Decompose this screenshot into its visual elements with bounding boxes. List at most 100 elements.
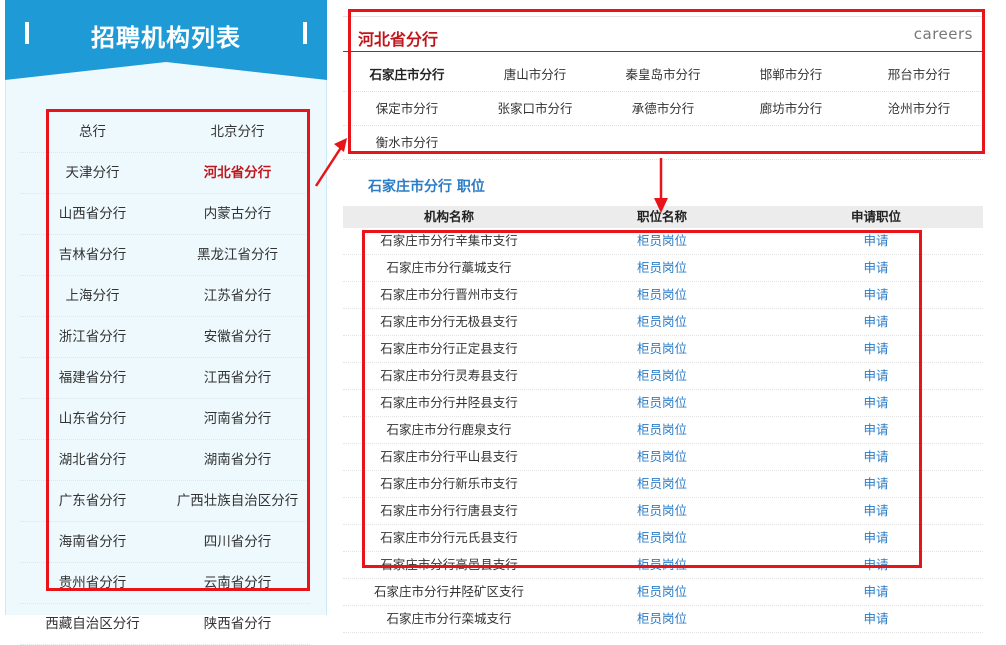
sidebar-row: 湖北省分行 湖南省分行 — [20, 440, 310, 481]
sidebar-item[interactable]: 湖南省分行 — [165, 440, 310, 480]
table-row: 石家庄市分行藁城支行 柜员岗位 申请 — [343, 255, 983, 282]
sidebar-item[interactable]: 陕西省分行 — [165, 604, 310, 644]
apply-link[interactable]: 申请 — [769, 309, 983, 335]
city-link[interactable]: 保定市分行 — [343, 92, 471, 125]
table-row: 石家庄市分行栾城支行 柜员岗位 申请 — [343, 606, 983, 633]
city-link[interactable]: 沧州市分行 — [855, 92, 983, 125]
branch-name-cell: 石家庄市分行井陉矿区支行 — [373, 584, 524, 599]
apply-link[interactable]: 申请 — [769, 498, 983, 524]
position-link[interactable]: 柜员岗位 — [555, 282, 769, 308]
sidebar-item[interactable]: 上海分行 — [20, 276, 165, 316]
position-link[interactable]: 柜员岗位 — [555, 336, 769, 362]
position-link[interactable]: 柜员岗位 — [555, 606, 769, 632]
positions-section-title: 石家庄市分行 职位 — [368, 179, 485, 195]
position-link[interactable]: 柜员岗位 — [555, 444, 769, 470]
city-link[interactable]: 廊坊市分行 — [727, 92, 855, 125]
sidebar-item[interactable]: 江西省分行 — [165, 358, 310, 398]
city-link[interactable]: 张家口市分行 — [471, 92, 599, 125]
sidebar-row: 广东省分行 广西壮族自治区分行 — [20, 481, 310, 522]
sidebar-item[interactable]: 湖北省分行 — [20, 440, 165, 480]
sidebar-item[interactable]: 广西壮族自治区分行 — [165, 481, 310, 521]
sidebar-item[interactable]: 黑龙江省分行 — [165, 235, 310, 275]
sidebar-row: 贵州省分行 云南省分行 — [20, 563, 310, 604]
branch-name-cell: 石家庄市分行藁城支行 — [386, 260, 512, 275]
city-link[interactable]: 衡水市分行 — [343, 126, 471, 159]
city-link[interactable]: 唐山市分行 — [471, 58, 599, 91]
apply-link[interactable]: 申请 — [769, 525, 983, 551]
apply-link[interactable]: 申请 — [769, 336, 983, 362]
position-link[interactable]: 柜员岗位 — [555, 309, 769, 335]
sidebar-item[interactable]: 浙江省分行 — [20, 317, 165, 357]
position-link[interactable]: 柜员岗位 — [555, 417, 769, 443]
sidebar-item[interactable]: 山西省分行 — [20, 194, 165, 234]
apply-link[interactable]: 申请 — [769, 444, 983, 470]
table-header: 机构名称 职位名称 申请职位 — [343, 206, 983, 228]
sidebar-item[interactable]: 吉林省分行 — [20, 235, 165, 275]
sidebar-item[interactable]: 内蒙古分行 — [165, 194, 310, 234]
branch-name-cell: 石家庄市分行新乐市支行 — [380, 476, 518, 491]
sidebar-item[interactable]: 海南省分行 — [20, 522, 165, 562]
table-row: 石家庄市分行晋州市支行 柜员岗位 申请 — [343, 282, 983, 309]
branch-title: 河北省分行 — [358, 30, 439, 49]
position-link[interactable]: 柜员岗位 — [555, 228, 769, 254]
sidebar-item[interactable]: 山东省分行 — [20, 399, 165, 439]
sidebar-row: 西藏自治区分行 陕西省分行 — [20, 604, 310, 645]
apply-link[interactable]: 申请 — [769, 579, 983, 605]
sidebar-row: 上海分行 江苏省分行 — [20, 276, 310, 317]
apply-link[interactable]: 申请 — [769, 417, 983, 443]
branch-name-cell: 石家庄市分行井陉县支行 — [380, 395, 518, 410]
apply-link[interactable]: 申请 — [769, 390, 983, 416]
apply-link[interactable]: 申请 — [769, 282, 983, 308]
sidebar: 招聘机构列表 总行 北京分行 天津分行 河北省分行 山西省分行 内蒙古分行 吉林省分行 黑龙江… — [0, 0, 327, 645]
position-link[interactable]: 柜员岗位 — [555, 471, 769, 497]
apply-link[interactable]: 申请 — [769, 552, 983, 578]
sidebar-item[interactable]: 四川省分行 — [165, 522, 310, 562]
position-link[interactable]: 柜员岗位 — [555, 579, 769, 605]
apply-link[interactable]: 申请 — [769, 228, 983, 254]
sidebar-item[interactable]: 北京分行 — [165, 112, 310, 152]
column-header: 申请职位 — [850, 209, 901, 224]
city-link[interactable]: 秦皇岛市分行 — [599, 58, 727, 91]
sidebar-item[interactable]: 总行 — [20, 112, 165, 152]
branch-name-cell: 石家庄市分行鹿泉支行 — [386, 422, 512, 437]
table-row: 石家庄市分行辛集市支行 柜员岗位 申请 — [343, 228, 983, 255]
apply-link[interactable]: 申请 — [769, 471, 983, 497]
branch-list: 总行 北京分行 天津分行 河北省分行 山西省分行 内蒙古分行 吉林省分行 黑龙江省分行 上海分行… — [20, 112, 310, 645]
table-row: 石家庄市分行无极县支行 柜员岗位 申请 — [343, 309, 983, 336]
sidebar-item[interactable]: 天津分行 — [20, 153, 165, 193]
sidebar-row: 福建省分行 江西省分行 — [20, 358, 310, 399]
sidebar-item[interactable]: 福建省分行 — [20, 358, 165, 398]
apply-link[interactable]: 申请 — [769, 606, 983, 632]
sidebar-item[interactable]: 安徽省分行 — [165, 317, 310, 357]
table-row: 石家庄市分行井陉县支行 柜员岗位 申请 — [343, 390, 983, 417]
sidebar-item[interactable]: 西藏自治区分行 — [20, 604, 165, 644]
sidebar-item[interactable]: 河北省分行 — [165, 153, 310, 193]
position-link[interactable]: 柜员岗位 — [555, 390, 769, 416]
branch-name-cell: 石家庄市分行元氏县支行 — [380, 530, 518, 545]
position-link[interactable]: 柜员岗位 — [555, 255, 769, 281]
table-row: 石家庄市分行元氏县支行 柜员岗位 申请 — [343, 525, 983, 552]
table-body: 石家庄市分行辛集市支行 柜员岗位 申请 石家庄市分行藁城支行 柜员岗位 申请 石家庄市分行晋… — [343, 228, 983, 633]
city-link[interactable]: 邢台市分行 — [855, 58, 983, 91]
city-link[interactable]: 邯郸市分行 — [727, 58, 855, 91]
apply-link[interactable]: 申请 — [769, 363, 983, 389]
table-row: 石家庄市分行灵寿县支行 柜员岗位 申请 — [343, 363, 983, 390]
sidebar-item[interactable]: 江苏省分行 — [165, 276, 310, 316]
sidebar-item[interactable]: 广东省分行 — [20, 481, 165, 521]
position-link[interactable]: 柜员岗位 — [555, 525, 769, 551]
sidebar-item[interactable]: 贵州省分行 — [20, 563, 165, 603]
sidebar-row: 浙江省分行 安徽省分行 — [20, 317, 310, 358]
column-header: 机构名称 — [423, 209, 474, 224]
sidebar-item[interactable]: 云南省分行 — [165, 563, 310, 603]
city-row: 石家庄市分行 唐山市分行 秦皇岛市分行 邯郸市分行 邢台市分行 — [343, 58, 983, 92]
position-link[interactable]: 柜员岗位 — [555, 363, 769, 389]
apply-link[interactable]: 申请 — [769, 255, 983, 281]
careers-label: careers — [913, 25, 973, 43]
city-grid: 石家庄市分行 唐山市分行 秦皇岛市分行 邯郸市分行 邢台市分行 保定市分行 张家口市分行 承德… — [343, 58, 983, 160]
positions-table: 机构名称 职位名称 申请职位 石家庄市分行辛集市支行 柜员岗位 申请 石家庄市分行藁城支行… — [343, 206, 983, 633]
position-link[interactable]: 柜员岗位 — [555, 498, 769, 524]
sidebar-item[interactable]: 河南省分行 — [165, 399, 310, 439]
city-link[interactable]: 承德市分行 — [599, 92, 727, 125]
position-link[interactable]: 柜员岗位 — [555, 552, 769, 578]
city-link[interactable]: 石家庄市分行 — [343, 58, 471, 91]
